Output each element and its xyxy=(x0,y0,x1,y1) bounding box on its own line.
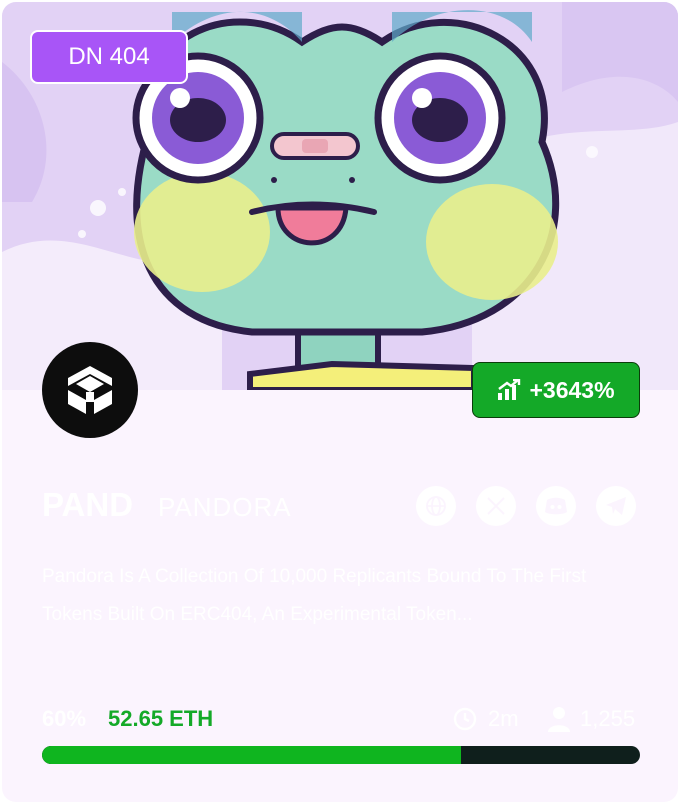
price-change-badge: +3643% xyxy=(472,362,640,418)
x-twitter-icon xyxy=(487,497,505,515)
standard-badge: DN 404 xyxy=(30,30,188,84)
token-description: Pandora Is A Collection Of 10,000 Replic… xyxy=(42,566,587,625)
price-change-value: +3643% xyxy=(529,376,615,403)
token-ticker: PAND xyxy=(42,486,134,523)
age-stat: 2m xyxy=(452,704,519,734)
clock-icon xyxy=(453,707,477,731)
discord-link[interactable] xyxy=(536,486,576,526)
token-name: PANDORA xyxy=(158,492,292,522)
trend-up-icon xyxy=(498,379,521,400)
token-card[interactable]: DN 404 +3643% PAND PANDORA Pandora Is A … xyxy=(2,2,678,802)
x-twitter-link[interactable] xyxy=(476,486,516,526)
pandora-logo-icon xyxy=(68,366,112,414)
globe-icon xyxy=(426,496,446,516)
telegram-icon xyxy=(606,497,626,515)
website-link[interactable] xyxy=(416,486,456,526)
raised-amount: 52.65 ETH xyxy=(108,706,214,731)
user-icon xyxy=(548,707,570,732)
discord-icon xyxy=(545,497,567,515)
token-logo xyxy=(42,342,138,438)
telegram-link[interactable] xyxy=(596,486,636,526)
holders-value: 1,255 xyxy=(580,706,636,731)
progress-percent: 60% xyxy=(42,706,87,731)
age-value: 2m xyxy=(488,706,519,731)
progress-bar-fill xyxy=(42,746,461,764)
holders-stat: 1,255 xyxy=(548,704,635,734)
progress-bar xyxy=(42,746,640,764)
